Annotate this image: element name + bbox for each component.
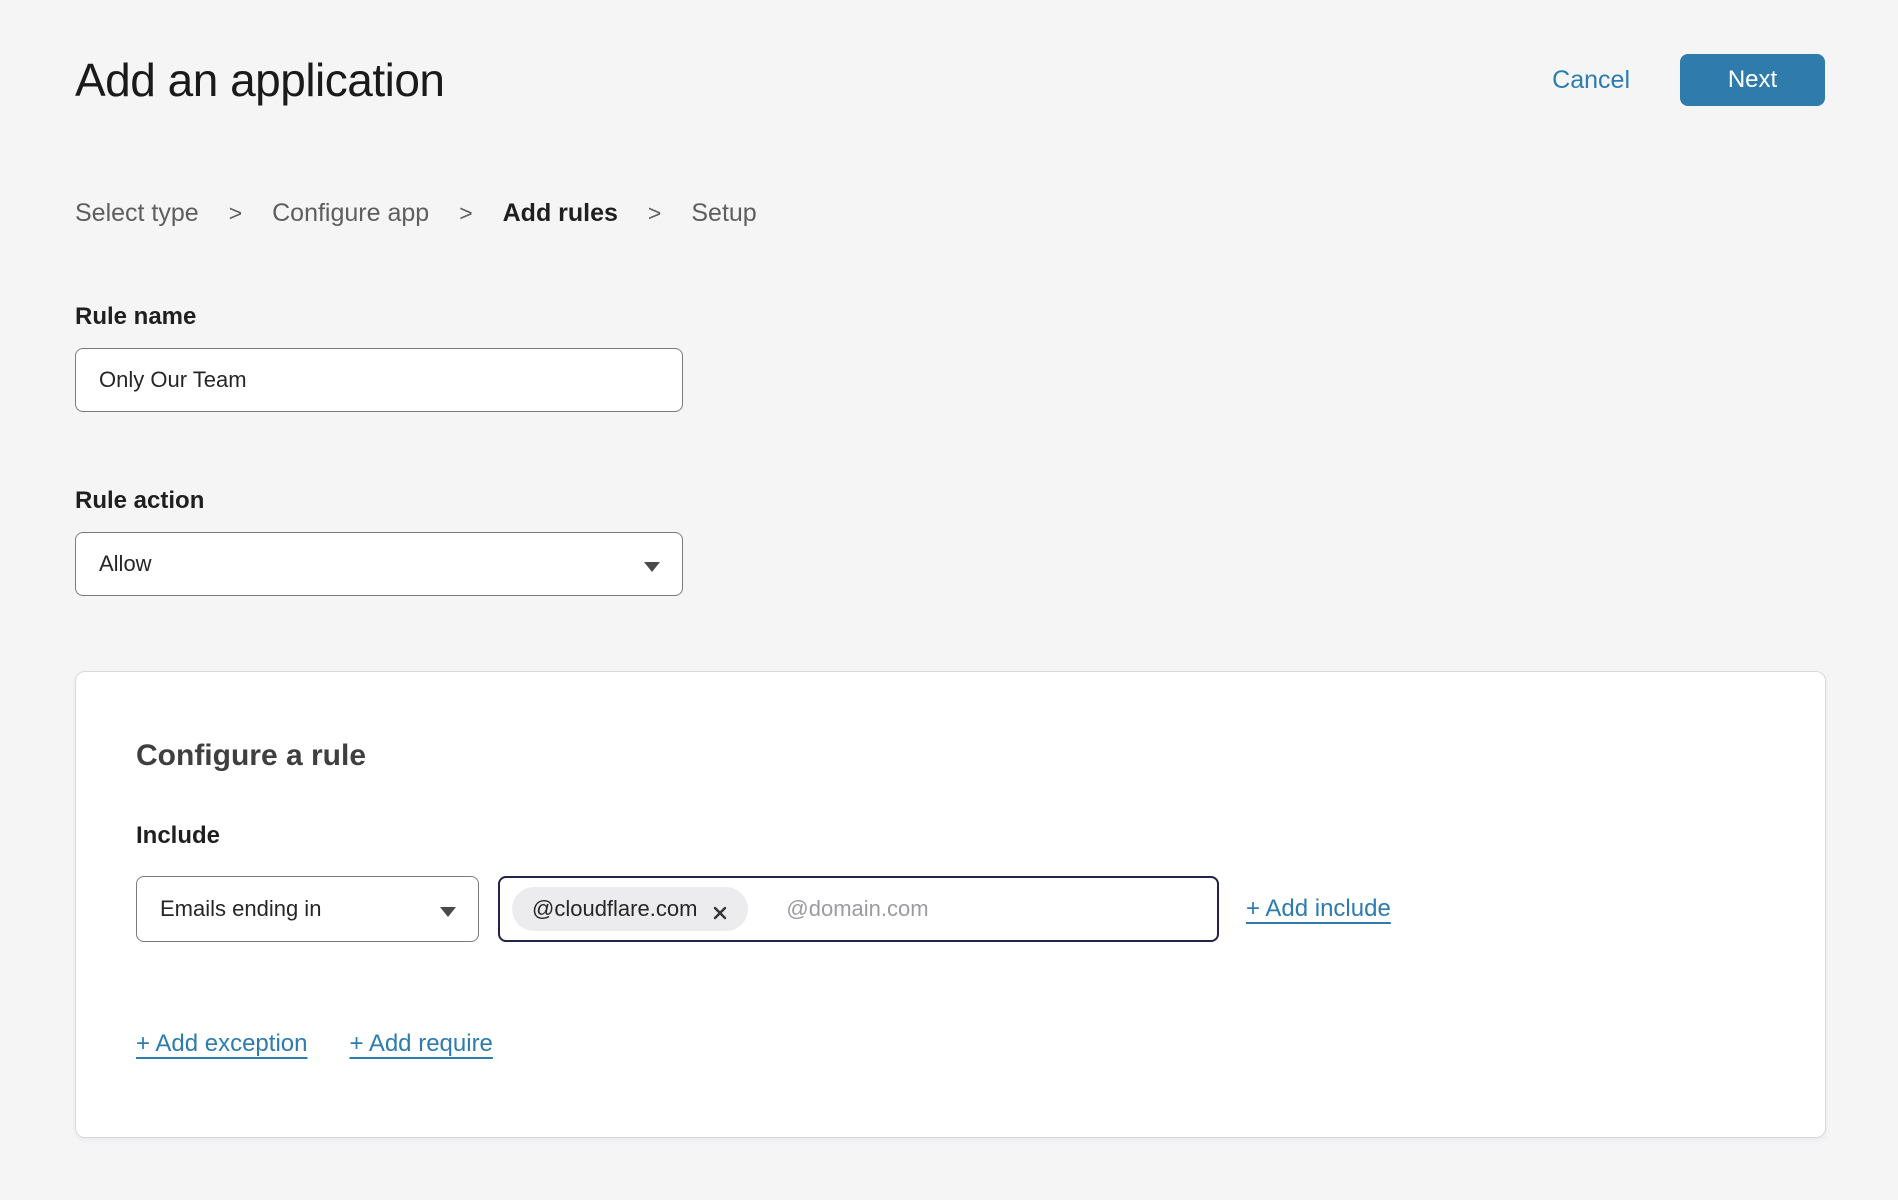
header-actions: Cancel Next (1552, 54, 1825, 106)
add-include-link[interactable]: + Add include (1246, 895, 1391, 923)
breadcrumb-step-setup[interactable]: Setup (691, 198, 756, 228)
include-label: Include (136, 821, 1765, 851)
breadcrumb-step-add-rules[interactable]: Add rules (503, 198, 618, 228)
breadcrumb-separator: > (459, 198, 472, 228)
breadcrumb-separator: > (229, 198, 242, 228)
configure-rule-card: Configure a rule Include Emails ending i… (75, 671, 1826, 1138)
page-header: Add an application Cancel Next (75, 52, 1825, 108)
page-title: Add an application (75, 52, 445, 108)
next-button[interactable]: Next (1680, 54, 1825, 106)
rule-action-label: Rule action (75, 486, 1825, 515)
configure-rule-title: Configure a rule (136, 738, 1765, 774)
rule-name-input[interactable] (75, 348, 683, 412)
rule-name-label: Rule name (75, 302, 1825, 331)
add-application-page: Add an application Cancel Next Select ty… (0, 0, 1898, 1138)
include-value-tag-input[interactable]: @cloudflare.com (498, 876, 1219, 942)
include-selector-value: Emails ending in (160, 896, 321, 922)
email-domain-tag: @cloudflare.com (512, 887, 748, 931)
email-domain-input[interactable] (786, 896, 1166, 922)
email-domain-tag-value: @cloudflare.com (532, 896, 697, 922)
add-require-link[interactable]: + Add require (349, 1030, 492, 1058)
breadcrumb: Select type > Configure app > Add rules … (75, 198, 1825, 228)
chevron-down-icon (440, 904, 456, 914)
rule-action-select[interactable]: Allow (75, 532, 683, 596)
rule-action-selected-value: Allow (99, 551, 152, 577)
breadcrumb-step-configure-app[interactable]: Configure app (272, 198, 429, 228)
include-rule-row: Emails ending in @cloudflare.com (136, 876, 1765, 942)
cancel-button[interactable]: Cancel (1552, 54, 1630, 106)
breadcrumb-separator: > (648, 198, 661, 228)
include-selector-select[interactable]: Emails ending in (136, 876, 479, 942)
chevron-down-icon (644, 559, 660, 569)
breadcrumb-step-select-type[interactable]: Select type (75, 198, 199, 228)
rule-extra-links-row: + Add exception + Add require (136, 1030, 1765, 1058)
add-exception-link[interactable]: + Add exception (136, 1030, 307, 1058)
remove-tag-icon[interactable] (712, 901, 728, 917)
